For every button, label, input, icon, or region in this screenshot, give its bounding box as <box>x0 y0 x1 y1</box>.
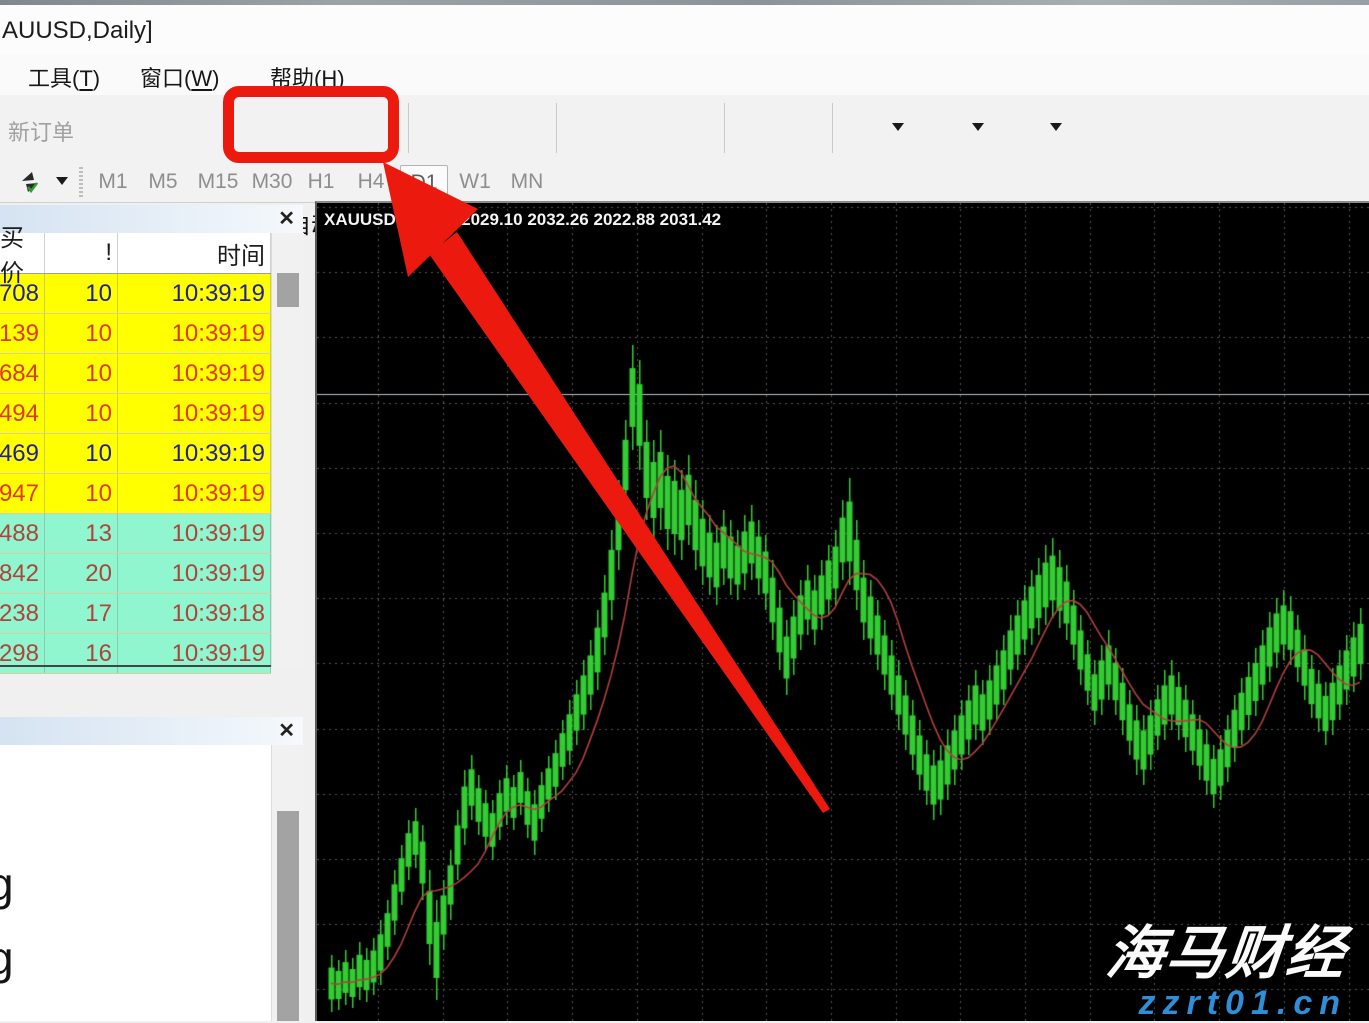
toolbar-separator <box>556 103 557 153</box>
market-watch-header: ✕ <box>0 205 303 234</box>
secondary-scrollbar-thumb[interactable] <box>277 811 299 1021</box>
mt4-window: { "window": { "title": "AUUSD,Daily]" },… <box>0 0 1369 1021</box>
clipped-text-fragment: g <box>0 857 14 911</box>
quote-count: 10 <box>45 354 118 393</box>
quote-price: 947 <box>0 474 45 513</box>
quote-count: 10 <box>45 394 118 433</box>
watermark: 海马财经 zzrt01.cn <box>1107 906 1347 1023</box>
quote-row[interactable]: 469 10 10:39:19 <box>0 434 271 474</box>
timeframe-button-m15[interactable]: M15 <box>192 165 244 198</box>
quote-count: 20 <box>45 554 118 593</box>
window-title: AUUSD,Daily] <box>2 17 153 45</box>
col-header-time[interactable]: 时间 <box>118 233 271 273</box>
menu-item[interactable]: 窗口(W) <box>140 61 219 93</box>
annotation-highlight-box <box>223 86 399 163</box>
quote-row[interactable]: 238 17 10:39:18 <box>0 594 271 634</box>
price-chart[interactable]: XAUUSD,Daily 2029.10 2032.26 2022.88 203… <box>315 201 1369 1021</box>
quote-count: 10 <box>45 314 118 353</box>
secondary-panel-body: gg <box>0 745 271 1021</box>
quote-price: 494 <box>0 394 45 433</box>
toolbar-separator <box>724 103 725 153</box>
quotes-table-header: 买价 ! 时间 <box>0 233 271 274</box>
quote-row[interactable]: 494 10 10:39:19 <box>0 394 271 434</box>
quote-price: 708 <box>0 274 45 313</box>
quote-time: 10:39:19 <box>118 474 271 513</box>
title-bar: AUUSD,Daily] <box>0 5 1369 55</box>
quotes-scrollbar-thumb[interactable] <box>277 273 299 307</box>
quote-time: 10:39:19 <box>118 394 271 433</box>
quote-price: 842 <box>0 554 45 593</box>
quote-row[interactable]: 708 10 10:39:19 <box>0 274 271 314</box>
quote-time: 10:39:19 <box>118 434 271 473</box>
timeframe-button-m1[interactable]: M1 <box>92 165 134 198</box>
quote-row[interactable]: 684 10 10:39:19 <box>0 354 271 394</box>
quote-price: 684 <box>0 354 45 393</box>
quote-count: 10 <box>45 474 118 513</box>
quote-row[interactable]: 842 20 10:39:19 <box>0 554 271 594</box>
timeframe-button-d1[interactable]: D1 <box>400 165 448 200</box>
symbol-arrows-icon[interactable] <box>14 167 50 199</box>
templates-caret-icon[interactable] <box>1050 123 1062 131</box>
quote-count: 10 <box>45 434 118 473</box>
quote-time: 10:39:19 <box>118 514 271 553</box>
timeframe-button-m30[interactable]: M30 <box>246 165 298 198</box>
quote-count: 16 <box>45 634 118 673</box>
add-indicator-caret-icon[interactable] <box>892 123 904 131</box>
quote-time: 10:39:18 <box>118 594 271 633</box>
quote-row[interactable]: 139 10 10:39:19 <box>0 314 271 354</box>
quote-price: 298 <box>0 634 45 673</box>
close-icon[interactable]: ✕ <box>278 719 295 743</box>
col-header-bid[interactable]: 买价 <box>0 233 45 273</box>
chart-ohlc: 2029.10 2032.26 2022.88 2031.42 <box>461 210 721 230</box>
quote-time: 10:39:19 <box>118 314 271 353</box>
chart-symbol-period: XAUUSD,Daily <box>324 210 441 230</box>
menu-bar: 工具(T)窗口(W)帮助(H) <box>0 55 1369 95</box>
quote-price: 488 <box>0 514 45 553</box>
table-bottom-border <box>0 665 271 667</box>
quote-row[interactable]: 298 16 10:39:19 <box>0 634 271 674</box>
secondary-panel-header: ✕ <box>0 717 303 746</box>
quote-row[interactable]: 947 10 10:39:19 <box>0 474 271 514</box>
timeframe-toolbar: M1M5M15M30H1H4D1W1MN <box>0 163 1369 203</box>
watermark-brand: 海马财经 <box>1103 906 1352 990</box>
col-header-flag[interactable]: ! <box>45 233 118 273</box>
quote-price: 139 <box>0 314 45 353</box>
market-watch-panel: ✕ 买价 ! 时间 708 10 10:39:19 139 10 10:39:1… <box>0 205 303 690</box>
periods-caret-icon[interactable] <box>972 123 984 131</box>
quotes-scrollbar[interactable] <box>271 233 304 667</box>
toolbar-grip[interactable] <box>79 167 83 197</box>
toolbar-separator <box>408 103 409 153</box>
timeframe-button-h4[interactable]: H4 <box>350 165 392 198</box>
quote-price: 469 <box>0 434 45 473</box>
candlestick-canvas[interactable] <box>317 203 1369 1021</box>
menu-item[interactable]: 工具(T) <box>28 61 100 93</box>
quote-price: 238 <box>0 594 45 633</box>
close-icon[interactable]: ✕ <box>278 207 295 231</box>
timeframe-button-h1[interactable]: H1 <box>300 165 342 198</box>
toolbar-separator <box>832 103 833 153</box>
new-order-button[interactable]: 新订单 <box>8 115 74 147</box>
timeframe-button-mn[interactable]: MN <box>504 165 550 198</box>
quote-time: 10:39:19 <box>118 554 271 593</box>
quote-count: 10 <box>45 274 118 313</box>
quote-count: 13 <box>45 514 118 553</box>
quote-time: 10:39:19 <box>118 274 271 313</box>
quote-count: 17 <box>45 594 118 633</box>
quotes-table: 买价 ! 时间 708 10 10:39:19 139 10 10:39:19 … <box>0 233 271 674</box>
quote-row[interactable]: 488 13 10:39:19 <box>0 514 271 554</box>
symbol-caret-icon[interactable] <box>56 177 68 185</box>
quote-time: 10:39:19 <box>118 634 271 673</box>
timeframe-button-m5[interactable]: M5 <box>142 165 184 198</box>
quote-time: 10:39:19 <box>118 354 271 393</box>
secondary-panel: ✕ gg <box>0 717 303 1021</box>
main-toolbar: 新订单 自动交易 <box>0 95 1369 164</box>
secondary-scrollbar[interactable] <box>271 745 304 1021</box>
chart-title: XAUUSD,Daily 2029.10 2032.26 2022.88 203… <box>324 210 721 230</box>
clipped-text-fragment: g <box>0 931 14 985</box>
timeframe-button-w1[interactable]: W1 <box>452 165 498 198</box>
